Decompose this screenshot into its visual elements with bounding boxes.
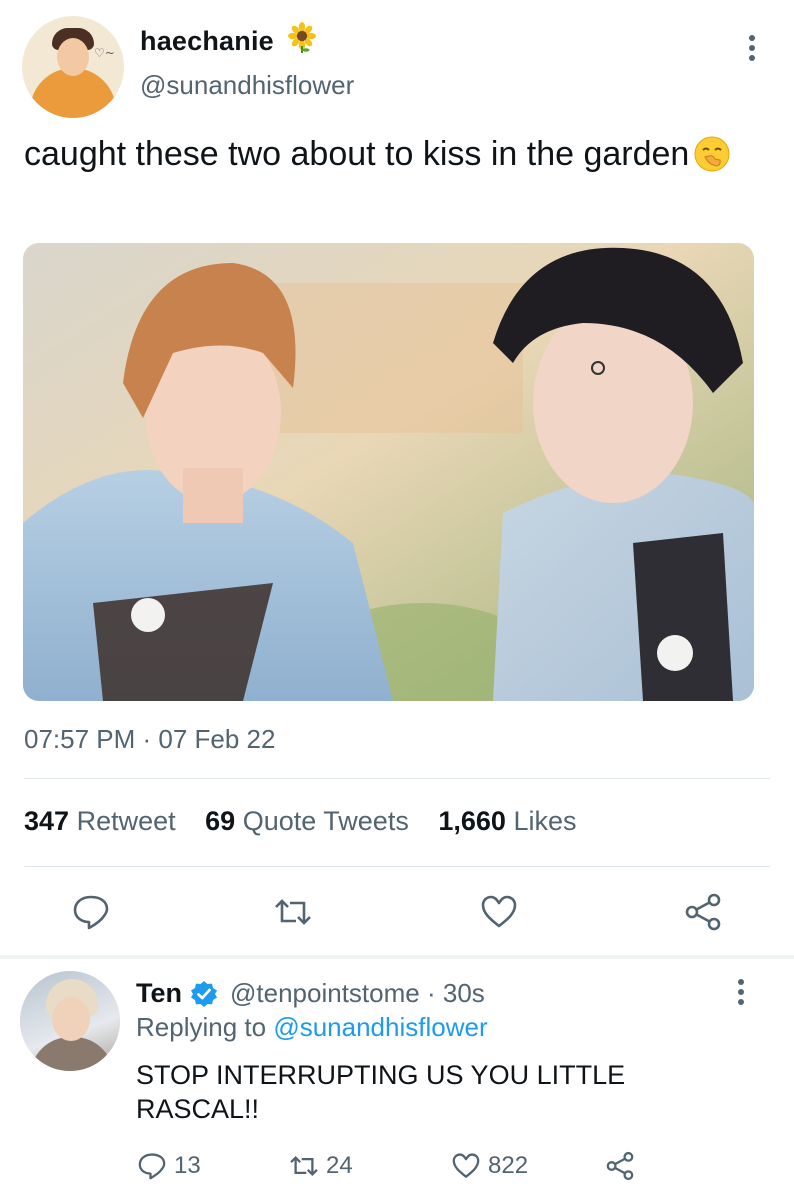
reply-time[interactable]: 30s — [443, 978, 485, 1008]
meta-separator: · — [426, 978, 436, 1008]
tweet-photo[interactable] — [23, 243, 754, 701]
face-with-hand-over-mouth-emoji — [694, 136, 730, 172]
more-vertical-icon[interactable] — [740, 32, 764, 64]
avatar-face — [52, 997, 90, 1041]
retweets-stat[interactable]: 347 Retweet — [24, 806, 176, 836]
likes-count: 1,660 — [438, 806, 506, 836]
reply-reply-action[interactable]: 13 — [136, 1150, 201, 1182]
likes-stat[interactable]: 1,660 Likes — [438, 806, 576, 836]
like-icon[interactable] — [478, 891, 520, 933]
reply-icon — [138, 1153, 166, 1180]
author-handle[interactable]: @sunandhisflower — [140, 70, 354, 101]
reply-author-meta: @tenpointstome · 30s — [230, 978, 485, 1009]
like-icon — [452, 1153, 480, 1178]
like-count: 822 — [488, 1152, 529, 1179]
tweet-timestamp[interactable]: 07:57 PM · 07 Feb 22 — [24, 724, 275, 755]
share-icon[interactable] — [682, 891, 724, 933]
reply-author-name[interactable]: Ten — [136, 978, 182, 1009]
reply-count: 13 — [174, 1152, 201, 1179]
replying-to-label: Replying to — [136, 1012, 267, 1042]
photo-two-people-garden — [23, 243, 754, 701]
share-icon — [606, 1151, 634, 1181]
author-avatar[interactable]: ♡~ — [22, 16, 124, 118]
quotes-count: 69 — [205, 806, 236, 836]
section-separator — [0, 955, 794, 959]
avatar-doodle: ♡~ — [94, 46, 115, 60]
reply-text: STOP INTERRUPTING US YOU LITTLE RASCAL!! — [136, 1060, 626, 1124]
tweet-text: caught these two about to kiss in the ga… — [24, 133, 744, 175]
more-vertical-icon[interactable] — [729, 976, 753, 1008]
divider — [24, 778, 770, 779]
retweets-label: Retweet — [76, 806, 176, 836]
replying-to: Replying to @sunandhisflower — [136, 1012, 488, 1043]
tweet-text-content: caught these two about to kiss in the ga… — [24, 135, 690, 173]
quotes-label: Quote Tweets — [242, 806, 409, 836]
divider — [24, 866, 770, 867]
retweet-icon[interactable] — [272, 891, 314, 933]
avatar-face — [57, 38, 89, 76]
reply-retweet-action[interactable]: 24 — [288, 1150, 353, 1182]
verified-badge-icon — [191, 981, 217, 1007]
sunflower-emoji — [288, 22, 316, 53]
reply-icon[interactable] — [70, 891, 112, 933]
retweets-count: 347 — [24, 806, 70, 836]
reply-like-action[interactable]: 822 — [450, 1150, 528, 1182]
reply-author-handle[interactable]: @tenpointstome — [230, 978, 420, 1008]
reply-author-avatar[interactable] — [20, 971, 120, 1071]
author-name[interactable]: haechanie — [140, 26, 274, 57]
quotes-stat[interactable]: 69 Quote Tweets — [205, 806, 409, 836]
tweet-stats: 347 Retweet 69 Quote Tweets 1,660 Likes — [24, 806, 598, 837]
retweet-count: 24 — [326, 1152, 353, 1179]
reply-share-action[interactable] — [604, 1150, 642, 1182]
replying-to-handle[interactable]: @sunandhisflower — [273, 1012, 487, 1042]
retweet-icon — [290, 1156, 318, 1176]
likes-label: Likes — [513, 806, 577, 836]
